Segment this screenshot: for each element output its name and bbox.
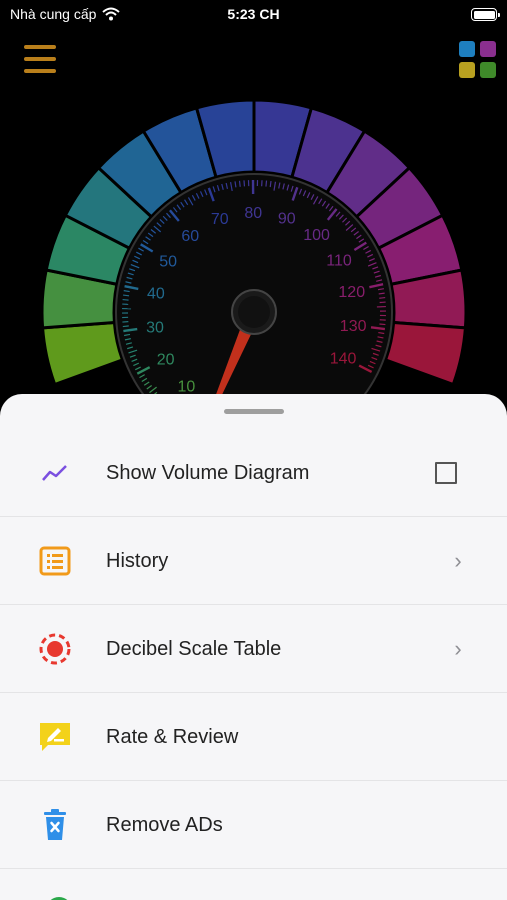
gauge-scale-label: 140: [330, 350, 357, 367]
trend-line-icon: [38, 456, 72, 490]
menu-item-history[interactable]: History ›: [0, 517, 507, 605]
gauge-tick: [378, 292, 385, 295]
gauge-tick: [123, 294, 130, 297]
gauge-hub-center: [238, 296, 270, 328]
chevron-right-icon: ›: [454, 636, 462, 661]
gauge-scale-label: 90: [278, 211, 296, 228]
menu-item-label: Rate & Review: [106, 726, 239, 748]
list-icon: [38, 544, 72, 578]
menu-item-label: History: [106, 550, 169, 572]
record-target-icon: [38, 632, 72, 666]
menu-item-remove-ads[interactable]: Remove ADs: [0, 781, 507, 869]
gauge-color-segment: [40, 320, 125, 387]
gauge-scale-label: 110: [326, 252, 352, 269]
chevron-right-icon: ›: [454, 548, 462, 573]
gauge-scale-label: 40: [147, 285, 165, 302]
decibel-gauge: 10203040506070 80 90100110120130140: [40, 98, 468, 400]
gauge-scale-label: 30: [146, 319, 164, 336]
gauge-scale-label: 20: [157, 352, 175, 369]
gauge-scale-label: 100: [303, 227, 330, 244]
menu-item-label: Show Volume Diagram: [106, 462, 310, 484]
gauge-color-segment: [383, 320, 468, 387]
menu-item-label: Remove ADs: [106, 814, 223, 836]
gauge-tick: [234, 181, 237, 188]
volume-diagram-checkbox[interactable]: [435, 462, 457, 484]
gauge-tick: [269, 181, 272, 188]
review-pencil-icon: [38, 720, 72, 754]
gauge-scale-label: 70: [211, 211, 229, 228]
gauge-tick: [265, 180, 268, 187]
gauge-scale-label: 130: [340, 318, 367, 335]
menu-item-show-volume-diagram[interactable]: Show Volume Diagram: [0, 429, 507, 517]
gauge-scale-label: 50: [159, 254, 177, 271]
gauge-tick: [122, 298, 129, 301]
menu-item-rate-review[interactable]: Rate & Review: [0, 693, 507, 781]
trash-x-icon: [38, 808, 72, 842]
gauge-scale-label: 60: [181, 228, 199, 245]
gauge-scale-label: 80: [244, 205, 262, 222]
gauge-tick: [379, 296, 386, 299]
sheet-drag-handle[interactable]: [224, 409, 284, 414]
menu-item-decibel-scale-table[interactable]: Decibel Scale Table ›: [0, 605, 507, 693]
gauge-tick: [122, 325, 129, 328]
menu-item-label: Decibel Scale Table: [106, 638, 282, 660]
gauge-tick: [238, 180, 241, 187]
gauge-tick: [379, 323, 386, 326]
options-sheet: Show Volume Diagram History › Decibel Sc…: [0, 394, 507, 900]
gauge-scale-label: 120: [338, 284, 365, 301]
